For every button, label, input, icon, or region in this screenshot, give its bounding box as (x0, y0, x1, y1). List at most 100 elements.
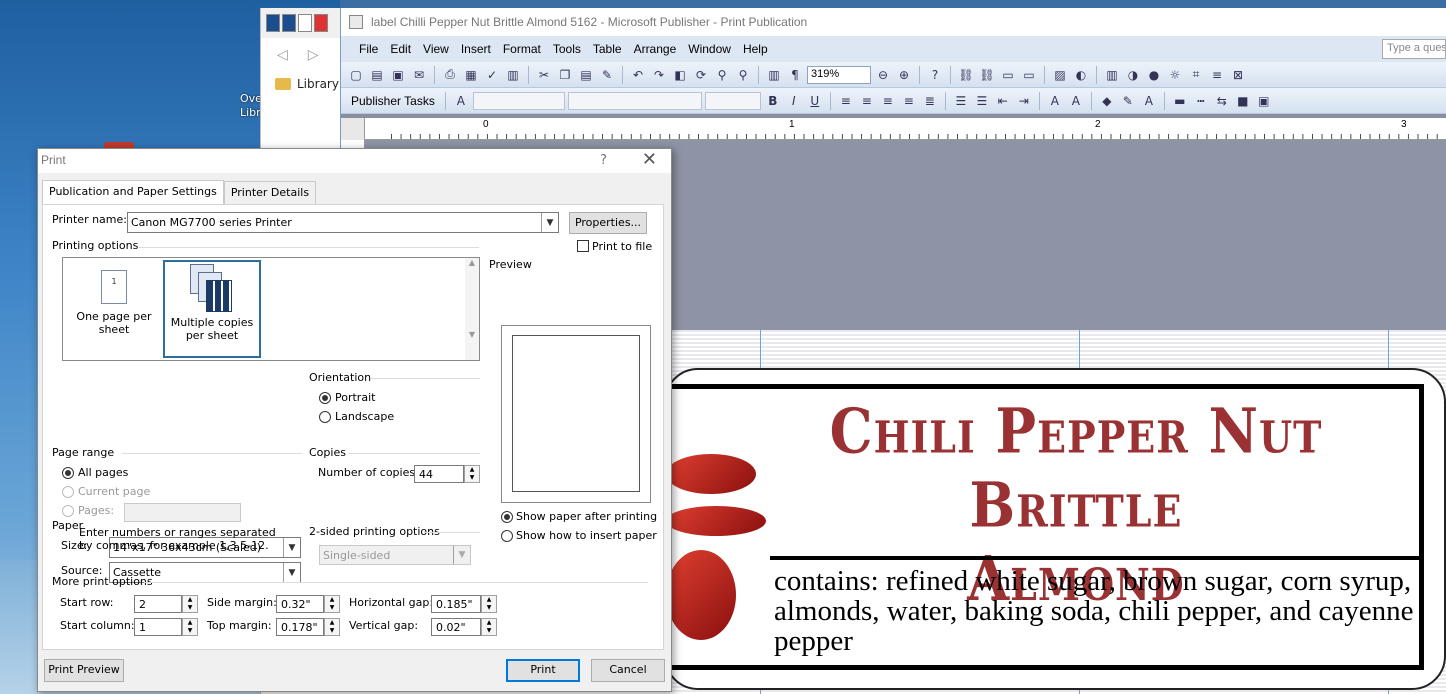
align-center-icon[interactable]: ≡ (858, 92, 876, 110)
link-icon[interactable]: ⛓ (957, 66, 975, 84)
line-style-icon[interactable]: ≡ (1208, 66, 1226, 84)
desktop-icon-label[interactable]: Ove Libr (240, 92, 262, 120)
italic-icon[interactable]: I (785, 92, 803, 110)
top-margin-input[interactable]: 0.178" (276, 618, 324, 636)
numbering-icon[interactable]: ☰ (952, 92, 970, 110)
spinner-arrows-icon[interactable]: ▲ ▼ (324, 618, 340, 636)
spinner-arrows-icon[interactable]: ▲ ▼ (464, 465, 480, 483)
layout-icon[interactable]: ▥ (1103, 66, 1121, 84)
color-icon[interactable]: ● (1145, 66, 1163, 84)
tab-printer-details[interactable]: Printer Details (223, 181, 317, 205)
menu-arrange[interactable]: Arrange (628, 42, 683, 56)
top-margin-spinner[interactable]: 0.178" ▲ ▼ (276, 618, 340, 636)
properties-button[interactable]: Properties... (569, 212, 647, 234)
hyperlink-icon[interactable]: ⚲ (713, 66, 731, 84)
format-painter-icon[interactable]: ✎ (598, 66, 616, 84)
redo-icon[interactable]: ↷ (650, 66, 668, 84)
start-row-input[interactable]: 2 (134, 595, 182, 613)
menu-edit[interactable]: Edit (384, 42, 417, 56)
distribute-icon[interactable]: ≣ (921, 92, 939, 110)
chili-pepper-image[interactable] (666, 454, 756, 494)
options-scrollbar[interactable]: ▲ ▼ (465, 258, 479, 360)
menu-insert[interactable]: Insert (455, 42, 497, 56)
label-contents[interactable]: contains: refined white sugar, brown sug… (774, 566, 1414, 656)
start-column-input[interactable]: 1 (134, 618, 182, 636)
align-right-icon[interactable]: ≡ (879, 92, 897, 110)
app-icon[interactable] (314, 14, 328, 32)
spinner-arrows-icon[interactable]: ▲ ▼ (324, 595, 340, 613)
spinner-arrows-icon[interactable]: ▲ ▼ (481, 595, 497, 613)
pages-radio[interactable] (62, 505, 74, 517)
zoom-in-icon[interactable]: ⊕ (895, 66, 913, 84)
side-margin-input[interactable]: 0.32" (276, 595, 324, 613)
paste-icon[interactable]: ▤ (577, 66, 595, 84)
print-to-file-checkbox[interactable] (577, 240, 589, 252)
style-select[interactable] (472, 91, 565, 110)
number-of-copies-input[interactable]: 44 (414, 465, 464, 483)
chili-pepper-image[interactable] (666, 550, 736, 640)
current-page-radio[interactable] (62, 486, 74, 498)
bring-forward-icon[interactable]: ◧ (671, 66, 689, 84)
dash-style-icon[interactable]: ┅ (1192, 92, 1210, 110)
font-select[interactable] (567, 91, 702, 110)
spinner-arrows-icon[interactable]: ▲ ▼ (182, 618, 198, 636)
zoom-select[interactable]: 319% (807, 65, 871, 84)
text-box-icon[interactable]: ▭ (999, 66, 1017, 84)
library-item[interactable]: Library (261, 72, 350, 96)
picture-icon[interactable]: ▨ (1051, 66, 1069, 84)
close-icon[interactable]: ✕ (642, 149, 657, 170)
pilcrow-icon[interactable]: ¶ (786, 66, 804, 84)
print-button[interactable]: Print (506, 659, 580, 682)
brightness-icon[interactable]: ☼ (1166, 66, 1184, 84)
menu-format[interactable]: Format (497, 42, 547, 56)
research-icon[interactable]: ▥ (504, 66, 522, 84)
show-paper-radio[interactable] (501, 511, 513, 523)
menu-window[interactable]: Window (682, 42, 737, 56)
option-one-page-per-sheet[interactable]: 1 One page per sheet (65, 260, 163, 358)
menu-view[interactable]: View (417, 42, 455, 56)
tab-publication-paper-settings[interactable]: Publication and Paper Settings (42, 180, 224, 206)
landscape-radio[interactable] (319, 411, 331, 423)
start-column-spinner[interactable]: 1 ▲ ▼ (134, 618, 198, 636)
number-of-copies-spinner[interactable]: 44 ▲ ▼ (414, 465, 480, 483)
label-design[interactable]: Chili Pepper Nut Brittle Almond contains… (664, 368, 1446, 690)
align-left-icon[interactable]: ≡ (837, 92, 855, 110)
all-pages-radio[interactable] (62, 467, 74, 479)
print-preview-icon[interactable]: ▦ (462, 66, 480, 84)
mail-icon[interactable]: ✉ (410, 66, 428, 84)
menu-help[interactable]: Help (737, 42, 774, 56)
side-margin-spinner[interactable]: 0.32" ▲ ▼ (276, 595, 340, 613)
line-weight-icon[interactable]: ▬ (1171, 92, 1189, 110)
arrow-style-icon[interactable]: ⇆ (1213, 92, 1231, 110)
shadow-icon[interactable]: ■ (1234, 92, 1252, 110)
unlink-icon[interactable]: ⛓ (978, 66, 996, 84)
crop-icon[interactable]: ⌗ (1187, 66, 1205, 84)
font-size-select[interactable] (704, 91, 761, 110)
increase-indent-icon[interactable]: ⇥ (1015, 92, 1033, 110)
spinner-arrows-icon[interactable]: ▲ ▼ (182, 595, 198, 613)
underline-icon[interactable]: U (806, 92, 824, 110)
zoom-tool-icon[interactable]: ⚲ (734, 66, 752, 84)
two-sided-select[interactable]: Single-sided ▼ (319, 545, 471, 565)
design-icon[interactable]: ◐ (1072, 66, 1090, 84)
increase-font-icon[interactable]: A (1067, 92, 1085, 110)
vertical-gap-spinner[interactable]: 0.02" ▲ ▼ (431, 618, 497, 636)
spinner-arrows-icon[interactable]: ▲ ▼ (481, 618, 497, 636)
text-box-icon[interactable]: ▭ (1020, 66, 1038, 84)
start-row-spinner[interactable]: 2 ▲ ▼ (134, 595, 198, 613)
columns-icon[interactable]: ▥ (765, 66, 783, 84)
app-icon[interactable] (266, 14, 280, 32)
bullets-icon[interactable]: ☰ (973, 92, 991, 110)
help-icon[interactable]: ? (926, 66, 944, 84)
line-color-icon[interactable]: ✎ (1119, 92, 1137, 110)
menu-file[interactable]: File (353, 42, 384, 56)
undo-icon[interactable]: ↶ (629, 66, 647, 84)
help-icon[interactable]: ? (600, 153, 607, 168)
new-icon[interactable]: ▢ (347, 66, 365, 84)
decrease-font-icon[interactable]: A (1046, 92, 1064, 110)
styles-icon[interactable]: A (452, 92, 470, 110)
print-preview-button[interactable]: Print Preview (44, 659, 124, 682)
printer-name-select[interactable]: Canon MG7700 series Printer ▼ (127, 212, 559, 233)
3d-icon[interactable]: ▣ (1255, 92, 1273, 110)
select-arrow-icon[interactable] (341, 118, 365, 140)
